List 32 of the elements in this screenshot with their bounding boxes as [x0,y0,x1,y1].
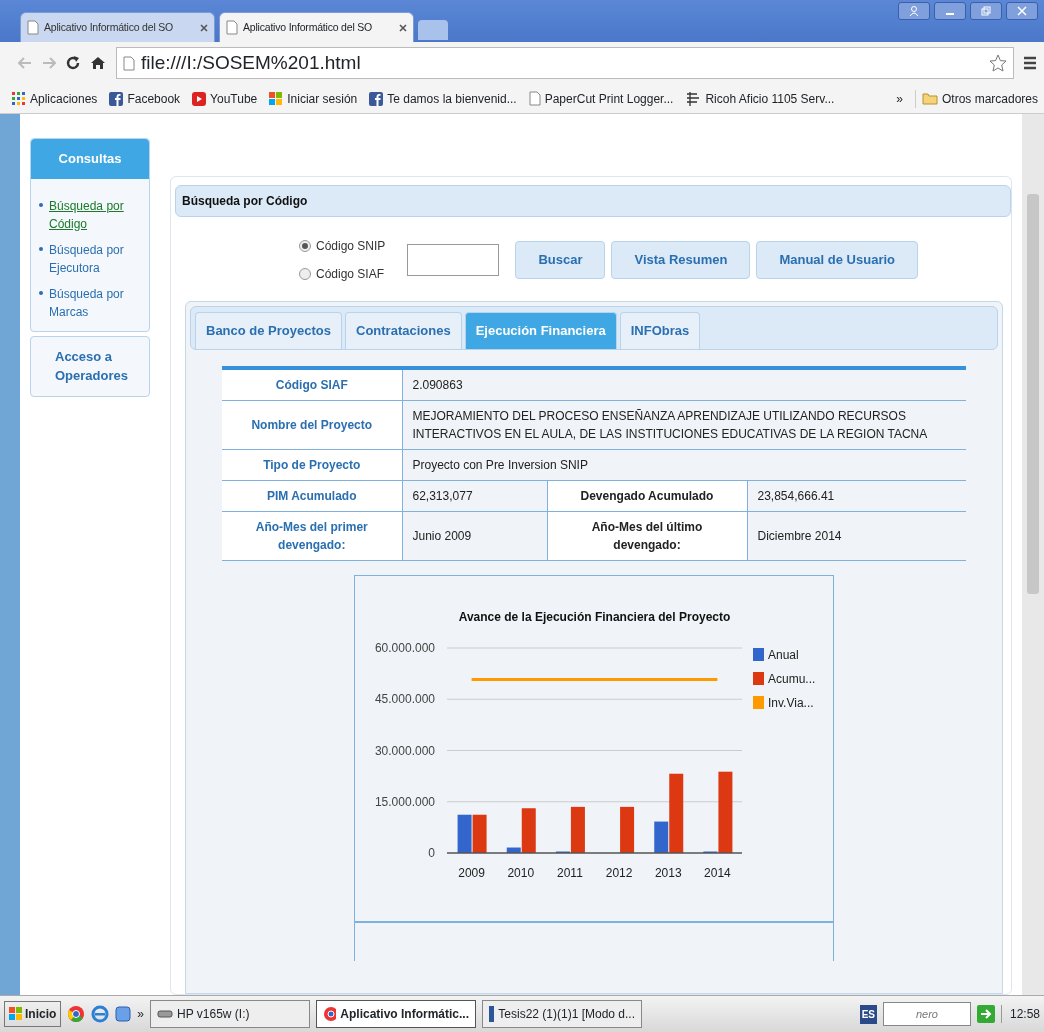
field-label: Nombre del Proyecto [222,400,402,449]
radio-label: Código SIAF [316,266,385,283]
x-tick-label: 2011 [557,865,583,880]
field-value: Proyecto con Pre Inversion SNIP [402,449,966,480]
legend-label: Acumu... [768,671,816,686]
radio-label: Código SNIP [316,238,386,255]
y-tick-label: 30.000.000 [374,743,435,757]
field-label: Año-Mes del último devengado: [547,511,747,560]
y-tick-label: 45.000.000 [374,691,435,706]
y-tick-label: 15.000.000 [374,794,435,809]
field-label: Devengado Acumulado [547,480,747,511]
x-tick-label: 2014 [704,865,731,880]
field-label: Código SIAF [222,367,402,400]
y-tick-label: 0 [428,845,435,860]
x-tick-label: 2009 [458,865,485,880]
sidebar-title: Consultas [31,139,149,179]
field-label: PIM Acumulado [222,480,402,511]
field-value: MEJORAMIENTO DEL PROCESO ENSEÑANZA APRENDIZAJE UTILIZANDO RECURSOS INTERACTIVOS EN EL AULA, DE LAS INSTITUCIONES EDUCATIVAS DE LA REGION TACNA [402,400,966,449]
clock: 12:58 [1000,1005,1040,1023]
y-tick-label: 60.000.000 [374,640,435,655]
chart-title: Avance de la Ejecución Financiera del Proyecto [458,609,731,624]
legend-label: Anual [768,647,799,662]
field-label: Tipo de Proyecto [222,449,402,480]
field-value: 2.090863 [402,367,966,400]
legend-label: Inv.Via... [768,695,814,710]
field-label: Año-Mes del primer devengado: [222,511,402,560]
x-tick-label: 2010 [507,865,535,880]
x-tick-label: 2012 [605,865,633,880]
field-value: 23,854,666.41 [747,480,966,511]
field-value: Diciembre 2014 [747,511,966,560]
section-title: Búsqueda por Código [175,185,1011,217]
x-tick-label: 2013 [654,865,682,880]
